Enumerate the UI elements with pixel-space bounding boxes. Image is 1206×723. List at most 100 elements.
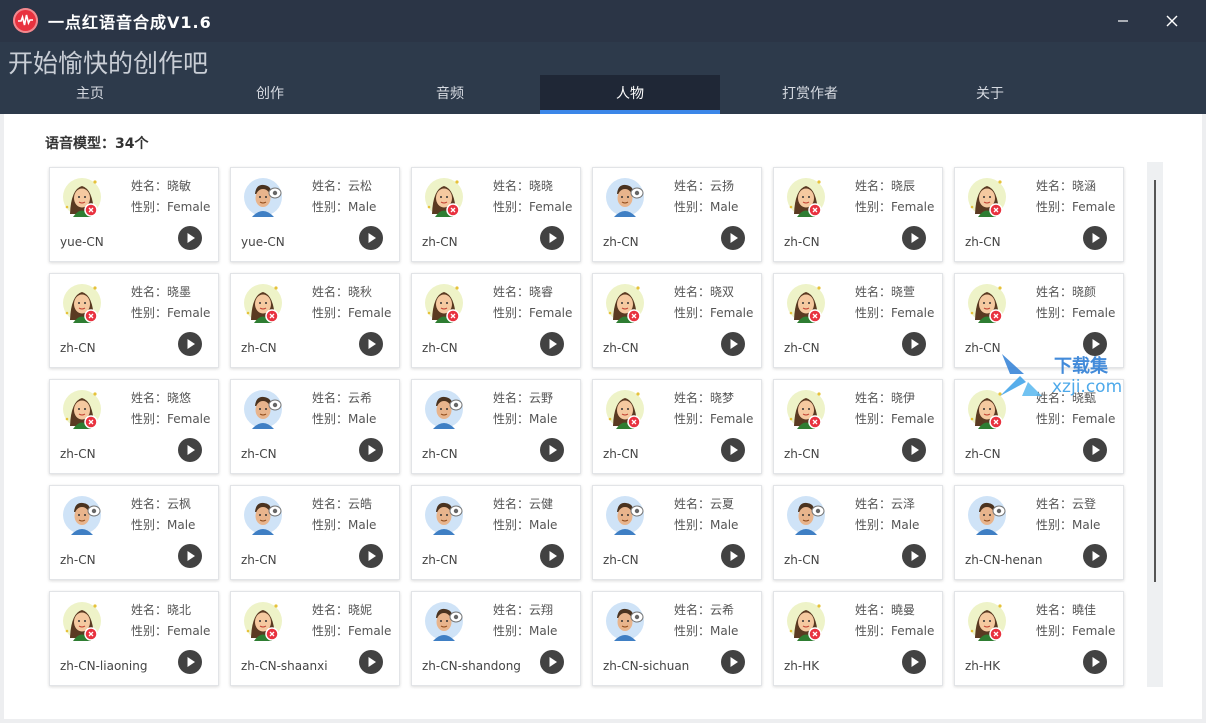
character-name: 姓名：晓双 bbox=[674, 285, 735, 299]
character-card[interactable]: 姓名：晓涵 性别：Female zh-CN bbox=[954, 167, 1124, 262]
close-button[interactable] bbox=[1157, 6, 1187, 36]
character-card[interactable]: 姓名：晓梦 性别：Female zh-CN bbox=[592, 379, 762, 474]
minimize-button[interactable] bbox=[1108, 6, 1138, 36]
character-card[interactable]: 姓名：晓敏 性别：Female yue-CN bbox=[49, 167, 219, 262]
male-avatar-icon bbox=[423, 389, 465, 431]
character-card[interactable]: 姓名：云野 性别：Male zh-CN bbox=[411, 379, 581, 474]
character-card[interactable]: 姓名：曉曼 性别：Female zh-HK bbox=[773, 591, 943, 686]
tab-donate[interactable]: 打赏作者 bbox=[720, 75, 900, 114]
character-gender: 性别：Female bbox=[855, 200, 935, 214]
character-name: 姓名：云夏 bbox=[674, 497, 735, 511]
play-sample-button[interactable] bbox=[721, 544, 745, 568]
play-sample-button[interactable] bbox=[540, 332, 564, 356]
scrollbar-thumb[interactable] bbox=[1154, 180, 1156, 582]
character-card[interactable]: 姓名：云希 性别：Male zh-CN bbox=[230, 379, 400, 474]
character-card[interactable]: 姓名：云扬 性别：Male zh-CN bbox=[592, 167, 762, 262]
watermark-url: xzji.com bbox=[1052, 377, 1122, 397]
character-card[interactable]: 姓名：云夏 性别：Male zh-CN bbox=[592, 485, 762, 580]
play-sample-button[interactable] bbox=[1083, 544, 1107, 568]
tab-bar: 主页 创作 音频 人物 打赏作者 关于 bbox=[0, 75, 1080, 114]
play-sample-button[interactable] bbox=[1083, 226, 1107, 250]
scrollbar[interactable] bbox=[1147, 162, 1163, 687]
female-avatar-icon bbox=[604, 389, 646, 431]
character-card[interactable]: 姓名：曉佳 性别：Female zh-HK bbox=[954, 591, 1124, 686]
tab-characters[interactable]: 人物 bbox=[540, 75, 720, 114]
play-sample-button[interactable] bbox=[178, 438, 202, 462]
character-card[interactable]: 姓名：云枫 性别：Male zh-CN bbox=[49, 485, 219, 580]
play-sample-button[interactable] bbox=[540, 544, 564, 568]
male-avatar-icon bbox=[604, 177, 646, 219]
play-sample-button[interactable] bbox=[721, 226, 745, 250]
character-card[interactable]: 姓名：晓睿 性别：Female zh-CN bbox=[411, 273, 581, 368]
character-language: zh-CN-henan bbox=[965, 553, 1043, 567]
play-sample-button[interactable] bbox=[1083, 438, 1107, 462]
character-language: zh-CN bbox=[784, 341, 820, 355]
character-gender: 性别：Male bbox=[493, 518, 558, 532]
male-avatar-icon bbox=[966, 495, 1008, 537]
tab-home[interactable]: 主页 bbox=[0, 75, 180, 114]
character-language: zh-CN bbox=[60, 447, 96, 461]
character-card[interactable]: 姓名：晓伊 性别：Female zh-CN bbox=[773, 379, 943, 474]
character-card[interactable]: 姓名：晓萱 性别：Female zh-CN bbox=[773, 273, 943, 368]
play-sample-button[interactable] bbox=[540, 650, 564, 674]
character-card[interactable]: 姓名：云希 性别：Male zh-CN-sichuan bbox=[592, 591, 762, 686]
character-card[interactable]: 姓名：云健 性别：Male zh-CN bbox=[411, 485, 581, 580]
character-language: zh-CN bbox=[965, 341, 1001, 355]
character-card[interactable]: 姓名：晓墨 性别：Female zh-CN bbox=[49, 273, 219, 368]
character-name: 姓名：晓伊 bbox=[855, 391, 916, 405]
play-sample-button[interactable] bbox=[178, 650, 202, 674]
close-icon bbox=[1166, 15, 1178, 27]
male-avatar-icon bbox=[423, 495, 465, 537]
character-name: 姓名：晓墨 bbox=[131, 285, 192, 299]
play-sample-button[interactable] bbox=[540, 226, 564, 250]
play-sample-button[interactable] bbox=[359, 438, 383, 462]
play-sample-button[interactable] bbox=[540, 438, 564, 462]
character-card[interactable]: 姓名：晓妮 性别：Female zh-CN-shaanxi bbox=[230, 591, 400, 686]
play-sample-button[interactable] bbox=[359, 544, 383, 568]
character-card[interactable]: 姓名：晓悠 性别：Female zh-CN bbox=[49, 379, 219, 474]
play-sample-button[interactable] bbox=[721, 332, 745, 356]
character-card[interactable]: 姓名：晓秋 性别：Female zh-CN bbox=[230, 273, 400, 368]
tab-about[interactable]: 关于 bbox=[900, 75, 1080, 114]
character-card[interactable]: 姓名：晓北 性别：Female zh-CN-liaoning bbox=[49, 591, 219, 686]
play-sample-button[interactable] bbox=[1083, 650, 1107, 674]
play-sample-button[interactable] bbox=[721, 650, 745, 674]
character-card[interactable]: 姓名：云皓 性别：Male zh-CN bbox=[230, 485, 400, 580]
character-gender: 性别：Male bbox=[674, 624, 739, 638]
character-card[interactable]: 姓名：云泽 性别：Male zh-CN bbox=[773, 485, 943, 580]
female-avatar-icon bbox=[604, 283, 646, 325]
character-card[interactable]: 姓名：晓辰 性别：Female zh-CN bbox=[773, 167, 943, 262]
character-language: yue-CN bbox=[60, 235, 104, 249]
play-sample-button[interactable] bbox=[902, 226, 926, 250]
character-card[interactable]: 姓名：云登 性别：Male zh-CN-henan bbox=[954, 485, 1124, 580]
character-name: 姓名：晓涵 bbox=[1036, 179, 1097, 193]
play-sample-button[interactable] bbox=[178, 544, 202, 568]
female-avatar-icon bbox=[966, 177, 1008, 219]
play-sample-button[interactable] bbox=[178, 226, 202, 250]
watermark-logo: 下载集 xzji.com bbox=[1000, 354, 1122, 397]
character-gender: 性别：Female bbox=[1036, 624, 1116, 638]
character-card[interactable]: 姓名：云松 性别：Male yue-CN bbox=[230, 167, 400, 262]
character-card[interactable]: 姓名：晓晓 性别：Female zh-CN bbox=[411, 167, 581, 262]
title-bar: 一点红语音合成V1.6 bbox=[0, 0, 1206, 42]
play-sample-button[interactable] bbox=[902, 332, 926, 356]
character-language: zh-CN bbox=[422, 235, 458, 249]
play-sample-button[interactable] bbox=[359, 332, 383, 356]
character-card[interactable]: 姓名：云翔 性别：Male zh-CN-shandong bbox=[411, 591, 581, 686]
character-language: zh-CN bbox=[241, 447, 277, 461]
male-avatar-icon bbox=[604, 601, 646, 643]
play-sample-button[interactable] bbox=[902, 650, 926, 674]
character-card[interactable]: 姓名：晓双 性别：Female zh-CN bbox=[592, 273, 762, 368]
tab-create[interactable]: 创作 bbox=[180, 75, 360, 114]
play-sample-button[interactable] bbox=[721, 438, 745, 462]
character-language: zh-CN bbox=[422, 447, 458, 461]
play-sample-button[interactable] bbox=[359, 650, 383, 674]
play-sample-button[interactable] bbox=[359, 226, 383, 250]
play-sample-button[interactable] bbox=[178, 332, 202, 356]
tab-audio[interactable]: 音频 bbox=[360, 75, 540, 114]
character-name: 姓名：云皓 bbox=[312, 497, 373, 511]
play-sample-button[interactable] bbox=[902, 544, 926, 568]
play-sample-button[interactable] bbox=[902, 438, 926, 462]
character-language: zh-CN bbox=[965, 235, 1001, 249]
character-gender: 性别：Male bbox=[131, 518, 196, 532]
